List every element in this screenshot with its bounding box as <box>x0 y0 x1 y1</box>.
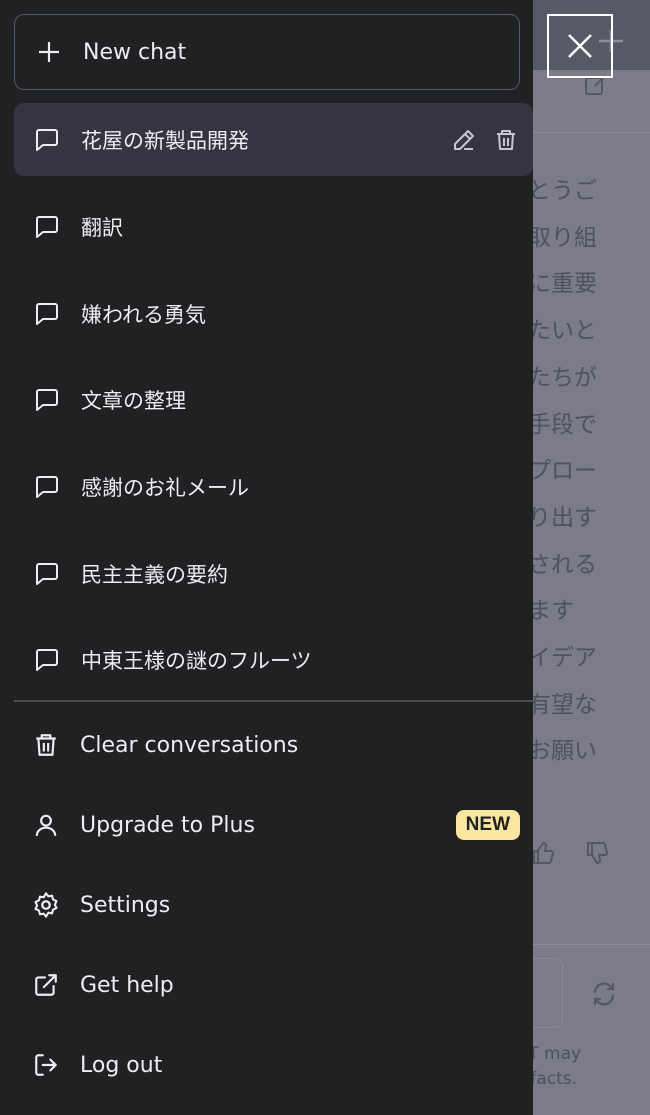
conversation-item[interactable]: 翻訳 <box>14 190 533 263</box>
close-sidebar-button[interactable] <box>547 14 613 78</box>
new-chat-button[interactable]: New chat <box>14 14 520 90</box>
trash-icon <box>32 731 60 759</box>
settings-button[interactable]: Settings <box>14 869 520 941</box>
sidebar-divider <box>14 700 533 702</box>
conversation-label: 文章の整理 <box>81 388 186 413</box>
clear-conversations-button[interactable]: Clear conversations <box>14 709 520 781</box>
conversation-label: 嫌われる勇気 <box>81 302 206 327</box>
user-icon <box>32 811 60 839</box>
conversation-label: 感謝のお礼メール <box>81 475 249 500</box>
chat-bubble-icon <box>34 647 60 673</box>
menu-label: Log out <box>80 1052 163 1078</box>
get-help-button[interactable]: Get help <box>14 949 520 1021</box>
background-message: とうご 取り組 に重要 たいと たちが 手段で プロー り出す される ます イ… <box>528 178 597 765</box>
conversation-item[interactable]: 中東王様の謎のフルーツ <box>14 623 533 696</box>
chat-bubble-icon <box>34 127 60 153</box>
conversation-item[interactable]: 感謝のお礼メール <box>14 450 533 523</box>
chat-bubble-icon <box>34 214 60 240</box>
thumbs-down-icon <box>584 840 610 866</box>
conversation-label: 花屋の新製品開発 <box>81 128 249 153</box>
conversation-label: 翻訳 <box>81 215 123 240</box>
new-chat-label: New chat <box>83 39 187 65</box>
conversation-item[interactable]: 民主主義の要約 <box>14 537 533 610</box>
conversation-item[interactable]: 嫌われる勇気 <box>14 277 533 350</box>
conversation-actions <box>451 127 519 153</box>
plus-icon <box>37 40 61 64</box>
thumbs-up-icon <box>530 840 556 866</box>
menu-label: Get help <box>80 972 174 998</box>
chat-bubble-icon <box>34 387 60 413</box>
logout-icon <box>32 1051 60 1079</box>
chat-bubble-icon <box>34 301 60 327</box>
conversation-item[interactable]: 文章の整理 <box>14 363 533 436</box>
new-badge: NEW <box>455 810 520 840</box>
close-icon <box>566 32 594 60</box>
menu-label: Upgrade to Plus <box>80 812 255 838</box>
upgrade-to-plus-button[interactable]: Upgrade to Plus NEW <box>14 789 520 861</box>
sidebar: New chat 花屋の新製品開発 翻訳 嫌われる勇気 文章の整理 感謝のお礼メ… <box>0 0 533 1115</box>
conversation-item[interactable]: 花屋の新製品開発 <box>14 103 533 176</box>
conversation-label: 中東王様の謎のフルーツ <box>81 648 312 673</box>
trash-icon[interactable] <box>493 127 519 153</box>
pencil-icon[interactable] <box>451 127 477 153</box>
chat-bubble-icon <box>34 474 60 500</box>
external-link-icon <box>32 971 60 999</box>
refresh-icon <box>590 980 618 1008</box>
gear-icon <box>32 891 60 919</box>
menu-label: Settings <box>80 892 171 918</box>
conversation-label: 民主主義の要約 <box>81 562 228 587</box>
menu-label: Clear conversations <box>80 732 299 758</box>
log-out-button[interactable]: Log out <box>14 1029 520 1101</box>
chat-bubble-icon <box>34 561 60 587</box>
